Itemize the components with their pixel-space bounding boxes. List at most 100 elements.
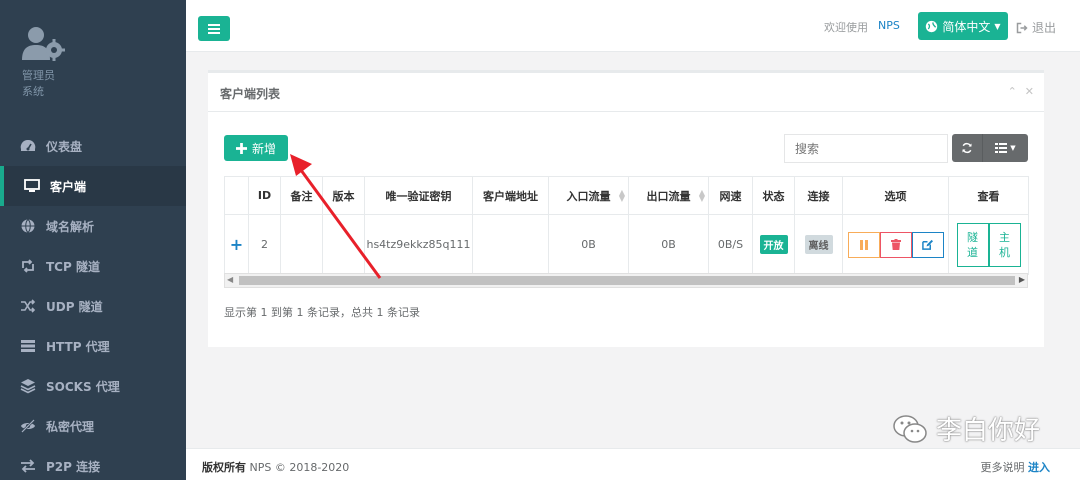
expand-cell[interactable]: + xyxy=(224,214,249,275)
sidebar-item-tcp[interactable]: TCP 隧道 xyxy=(0,246,186,286)
column-header: 查看 xyxy=(948,176,1029,215)
scroll-left-icon[interactable]: ◀ xyxy=(227,275,233,284)
sidebar-item-label: P2P 连接 xyxy=(46,459,101,474)
columns-toggle-button[interactable]: ▼ xyxy=(982,134,1028,162)
column-header[interactable]: 版本 xyxy=(322,176,365,215)
horizontal-scrollbar[interactable]: ◀ ▶ xyxy=(224,273,1028,288)
chevron-up-icon[interactable]: ⌃ xyxy=(1008,85,1017,98)
plus-icon xyxy=(235,142,247,154)
view-tunnel-button[interactable]: 隧道 xyxy=(956,222,989,267)
column-header-sortable[interactable]: 入口流量 ▲ ▼ xyxy=(548,176,629,215)
server-icon xyxy=(20,338,36,354)
sidebar-item-label: HTTP 代理 xyxy=(46,339,110,354)
list-icon xyxy=(995,143,1008,153)
refresh-button[interactable] xyxy=(952,134,982,162)
version-cell xyxy=(322,214,365,275)
column-header[interactable]: 连接 xyxy=(794,176,843,215)
options-group xyxy=(847,231,944,258)
copyright-text: NPS © 2018-2020 xyxy=(249,461,350,474)
panel-divider xyxy=(208,111,1044,112)
sort-icon: ▲ ▼ xyxy=(698,188,705,203)
logout-label: 退出 xyxy=(1032,21,1057,35)
monitor-icon xyxy=(24,178,40,194)
sidebar-item-label: SOCKS 代理 xyxy=(46,379,120,394)
scroll-thumb[interactable] xyxy=(239,276,1015,285)
random-icon xyxy=(20,298,36,314)
profile-name[interactable]: 管理员 xyxy=(22,68,55,83)
column-header[interactable]: 状态 xyxy=(752,176,795,215)
welcome-user: NPS xyxy=(878,19,900,32)
id-cell: 2 xyxy=(248,214,281,275)
edit-button[interactable] xyxy=(911,231,944,258)
eye-slash-icon xyxy=(20,418,36,434)
inlet-flow-cell: 0B xyxy=(548,214,629,275)
view-group: 隧道 主机 xyxy=(956,222,1021,267)
hamburger-icon xyxy=(208,23,220,34)
sidebar-item-domain[interactable]: 域名解析 xyxy=(0,206,186,246)
panel-tools: ⌃ ✕ xyxy=(1008,85,1034,98)
sidebar-item-socks[interactable]: SOCKS 代理 xyxy=(0,366,186,406)
sidebar-item-secret[interactable]: 私密代理 xyxy=(0,406,186,446)
add-client-button[interactable]: 新增 xyxy=(224,135,288,161)
expand-plus-icon[interactable]: + xyxy=(230,235,243,254)
caret-down-icon: ▼ xyxy=(1010,144,1016,152)
sidebar-item-label: 私密代理 xyxy=(46,419,95,434)
delete-button[interactable] xyxy=(879,231,912,258)
sidebar-item-p2p[interactable]: P2P 连接 xyxy=(0,446,186,480)
sidebar-item-clients[interactable]: 客户端 xyxy=(0,166,186,206)
profile-role: 系统 xyxy=(22,85,44,98)
remark-cell xyxy=(280,214,323,275)
topbar: 欢迎使用 NPS 简体中文 ▼ 退出 xyxy=(186,0,1080,52)
footer: 版权所有 NPS © 2018-2020 更多说明 进入 xyxy=(186,448,1080,480)
sidebar-item-udp[interactable]: UDP 隧道 xyxy=(0,286,186,326)
column-header[interactable]: 客户端地址 xyxy=(472,176,549,215)
table-header-row: ID 备注 版本 唯一验证密钥 客户端地址 入口流量 ▲ ▼ 出口流量 ▲ ▼ 网速 状… xyxy=(224,176,1029,215)
sidebar-item-http[interactable]: HTTP 代理 xyxy=(0,326,186,366)
column-header[interactable]: ID xyxy=(248,176,281,215)
scroll-right-icon[interactable]: ▶ xyxy=(1019,275,1025,284)
vkey-cell: hs4tz9ekkz85q111 xyxy=(364,214,473,275)
column-header[interactable]: 唯一验证密钥 xyxy=(364,176,473,215)
sign-out-icon xyxy=(1016,22,1028,33)
wechat-icon xyxy=(893,414,927,443)
refresh-icon xyxy=(962,142,972,154)
caret-down-icon: ▼ xyxy=(994,21,1001,31)
copyright: 版权所有 NPS © 2018-2020 xyxy=(202,459,349,475)
options-cell xyxy=(842,214,949,275)
search-input[interactable] xyxy=(784,134,948,163)
sidebar-item-dashboard[interactable]: 仪表盘 xyxy=(0,126,186,166)
view-host-button[interactable]: 主机 xyxy=(988,222,1021,267)
logout-link[interactable]: 退出 xyxy=(1016,19,1056,36)
language-label: 简体中文 xyxy=(942,19,991,34)
language-dropdown[interactable]: 简体中文 ▼ xyxy=(918,12,1008,40)
sidebar-item-label: 域名解析 xyxy=(46,219,95,234)
sidebar-item-label: 仪表盘 xyxy=(46,139,83,154)
client-list-panel: 客户端列表 ⌃ ✕ 新增 ▼ ID 备注 版本 唯一验证 xyxy=(208,70,1044,347)
column-header-sortable[interactable]: 出口流量 ▲ ▼ xyxy=(628,176,709,215)
pause-button[interactable] xyxy=(847,231,880,258)
profile: 管理员 系统 xyxy=(0,0,186,120)
layers-icon xyxy=(20,378,36,394)
table-row: + 2 hs4tz9ekkz85q111 0B 0B 0B/S 开放 离线 隧道… xyxy=(224,214,1029,275)
sidebar-item-label: 客户端 xyxy=(50,179,87,194)
status-badge: 开放 xyxy=(759,235,788,254)
more-link[interactable]: 进入 xyxy=(1028,461,1050,474)
sidebar-item-label: TCP 隧道 xyxy=(46,259,100,274)
menu-toggle-button[interactable] xyxy=(198,16,230,41)
dashboard-icon xyxy=(20,138,36,154)
column-header: 选项 xyxy=(842,176,949,215)
speed-cell: 0B/S xyxy=(708,214,753,275)
sort-icon: ▲ ▼ xyxy=(618,188,625,203)
sidebar: 管理员 系统 仪表盘 客户端 域名解析 TCP 隧道 UDP 隧道 HTTP 代… xyxy=(0,0,186,480)
watermark-text: 李白你好 xyxy=(936,416,1041,446)
user-gear-icon xyxy=(22,27,65,61)
connection-badge: 离线 xyxy=(804,235,833,254)
close-icon[interactable]: ✕ xyxy=(1025,85,1034,98)
column-header[interactable]: 网速 xyxy=(708,176,753,215)
page-scrollbar[interactable] xyxy=(1072,52,1080,448)
column-header[interactable]: 备注 xyxy=(280,176,323,215)
pagination-info: 显示第 1 到第 1 条记录，总共 1 条记录 xyxy=(224,306,420,319)
copyright-label: 版权所有 xyxy=(202,461,246,474)
client-table: ID 备注 版本 唯一验证密钥 客户端地址 入口流量 ▲ ▼ 出口流量 ▲ ▼ 网速 状… xyxy=(224,176,1029,275)
pause-icon xyxy=(859,239,868,250)
